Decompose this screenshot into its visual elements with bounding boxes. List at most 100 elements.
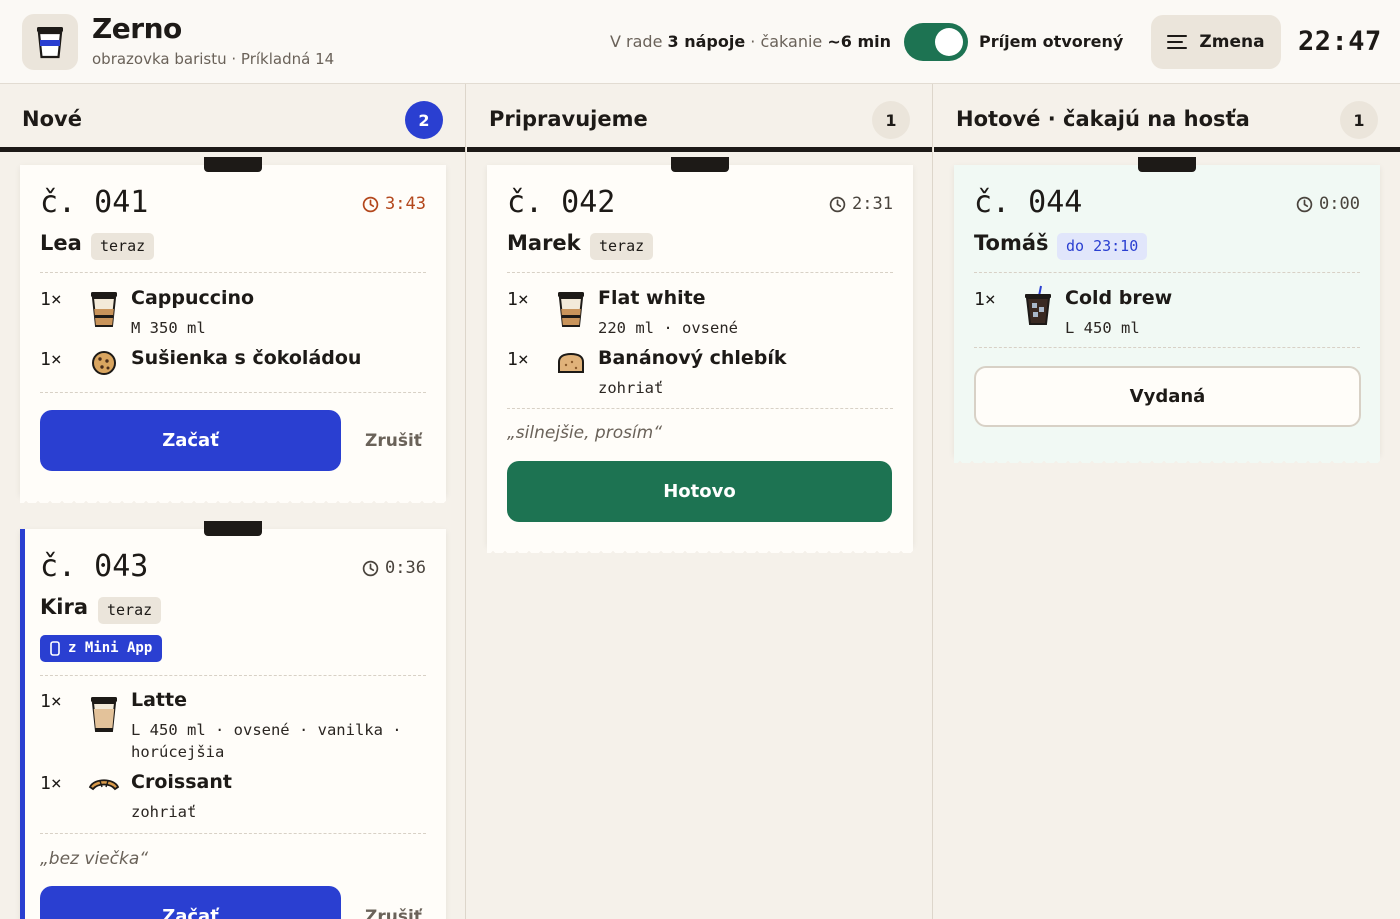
item-modifiers: L 450 ml xyxy=(1065,319,1140,337)
item-name: Cold brew xyxy=(1065,287,1173,309)
order-number: č. 044 xyxy=(974,185,1083,220)
pickup-time-tag: teraz xyxy=(590,233,654,260)
brand-name: Zerno xyxy=(92,12,182,45)
orders-open-label: Príjem otvorený xyxy=(979,32,1124,51)
queue-prefix: V rade xyxy=(610,32,663,51)
item-qty: 1× xyxy=(40,289,62,310)
item-modifiers: M 350 ml xyxy=(131,319,206,337)
latte-cup-icon xyxy=(88,691,120,737)
coffee-cup-logo-icon xyxy=(37,27,63,59)
order-note: „bez viečka“ xyxy=(40,849,149,869)
divider xyxy=(974,272,1360,273)
item-name: Cappuccino xyxy=(131,287,255,309)
item-name: Sušienka s čokoládou xyxy=(131,347,362,369)
timer-value: 3:43 xyxy=(385,194,426,214)
order-number: č. 041 xyxy=(40,185,149,220)
mini-app-badge: z Mini App xyxy=(40,635,163,662)
iced-cup-icon xyxy=(1022,283,1054,329)
divider xyxy=(40,833,426,834)
column-new: Nové 2 č. 041 3:43 Lea teraz 1× Cappucci… xyxy=(0,84,466,919)
shift-button[interactable]: Zmena xyxy=(1151,15,1281,69)
top-bar: Zerno obrazovka baristu · Príkladná 14 V… xyxy=(0,0,1400,84)
cup-icon xyxy=(555,289,587,329)
clock-icon xyxy=(362,560,379,577)
divider xyxy=(507,408,893,409)
customer-name: Marek xyxy=(507,231,581,255)
divider xyxy=(40,675,426,676)
orders-open-toggle[interactable] xyxy=(904,23,968,61)
start-button[interactable]: Začať xyxy=(40,886,341,919)
queue-count: 3 nápoje xyxy=(667,32,746,51)
croissant-icon xyxy=(86,763,122,803)
column-header: Hotové · čakajú na hosťa 1 xyxy=(934,84,1400,152)
ticket-clip xyxy=(204,157,262,172)
clock-icon xyxy=(829,196,846,213)
column-ready: Hotové · čakajú na hosťa 1 č. 044 0:00 T… xyxy=(934,84,1400,919)
cookie-icon xyxy=(88,341,120,381)
divider xyxy=(40,392,426,393)
pickup-time-tag: teraz xyxy=(98,597,162,624)
item-qty: 1× xyxy=(40,773,62,794)
order-timer: 2:31 xyxy=(829,194,893,214)
start-button[interactable]: Začať xyxy=(40,410,341,471)
ticket-clip xyxy=(204,521,262,536)
item-modifiers: L 450 ml · ovsené · vanilka · horúcejšia xyxy=(131,721,402,761)
queue-wait-time: ~6 min xyxy=(827,32,892,51)
order-number: č. 042 xyxy=(507,185,616,220)
order-timer: 3:43 xyxy=(362,194,426,214)
item-name: Latte xyxy=(131,689,187,711)
ticket-clip xyxy=(1138,157,1196,172)
order-number: č. 043 xyxy=(40,549,149,584)
item-qty: 1× xyxy=(974,289,996,310)
mini-app-label: z Mini App xyxy=(68,640,153,656)
cancel-button[interactable]: Zrušiť xyxy=(341,410,446,471)
order-ticket-044: č. 044 0:00 Tomáš do 23:10 1× Cold brew … xyxy=(954,157,1380,463)
pickup-time-tag: do 23:10 xyxy=(1057,233,1148,260)
divider xyxy=(40,272,426,273)
customer-name: Kira xyxy=(40,595,88,619)
order-timer: 0:36 xyxy=(362,558,426,578)
clock: 22:47 xyxy=(1298,26,1382,57)
menu-icon xyxy=(1167,35,1188,49)
column-title: Nové xyxy=(22,107,82,131)
item-name: Flat white xyxy=(598,287,706,309)
toggle-knob xyxy=(935,28,963,56)
logo xyxy=(22,14,78,70)
queue-wait-label: · čakanie xyxy=(750,32,823,51)
column-header: Nové 2 xyxy=(0,84,465,152)
item-name: Banánový chlebík xyxy=(598,347,787,369)
order-ticket-042: č. 042 2:31 Marek teraz 1× Flat white 22… xyxy=(487,157,913,553)
clock-icon xyxy=(1296,196,1313,213)
item-modifiers: 220 ml · ovsené xyxy=(598,319,738,337)
timer-value: 2:31 xyxy=(852,194,893,214)
served-button[interactable]: Vydaná xyxy=(974,366,1361,427)
order-ticket-041: č. 041 3:43 Lea teraz 1× Cappuccino M 35… xyxy=(20,157,446,503)
queue-status: V rade 3 nápoje · čakanie ~6 min xyxy=(610,32,891,51)
order-timer: 0:00 xyxy=(1296,194,1360,214)
timer-value: 0:36 xyxy=(385,558,426,578)
done-button[interactable]: Hotovo xyxy=(507,461,892,522)
item-qty: 1× xyxy=(507,289,529,310)
column-title: Pripravujeme xyxy=(489,107,648,131)
column-count-badge: 1 xyxy=(1340,101,1378,139)
bread-icon xyxy=(555,341,587,381)
clock-icon xyxy=(362,196,379,213)
item-modifiers: zohriať xyxy=(598,379,664,397)
column-count-badge: 2 xyxy=(405,101,443,139)
customer-name: Tomáš xyxy=(974,231,1049,255)
cancel-button[interactable]: Zrušiť xyxy=(341,886,446,919)
divider xyxy=(507,272,893,273)
order-note: „silnejšie, prosím“ xyxy=(507,423,663,443)
item-qty: 1× xyxy=(507,349,529,370)
timer-value: 0:00 xyxy=(1319,194,1360,214)
customer-name: Lea xyxy=(40,231,82,255)
shift-button-label: Zmena xyxy=(1199,32,1265,52)
item-qty: 1× xyxy=(40,349,62,370)
cup-icon xyxy=(88,289,120,329)
column-title: Hotové · čakajú na hosťa xyxy=(956,107,1250,131)
item-qty: 1× xyxy=(40,691,62,712)
ticket-clip xyxy=(671,157,729,172)
item-modifiers: zohriať xyxy=(131,803,197,821)
pickup-time-tag: teraz xyxy=(91,233,155,260)
brand-subtitle: obrazovka baristu · Príkladná 14 xyxy=(92,50,335,68)
